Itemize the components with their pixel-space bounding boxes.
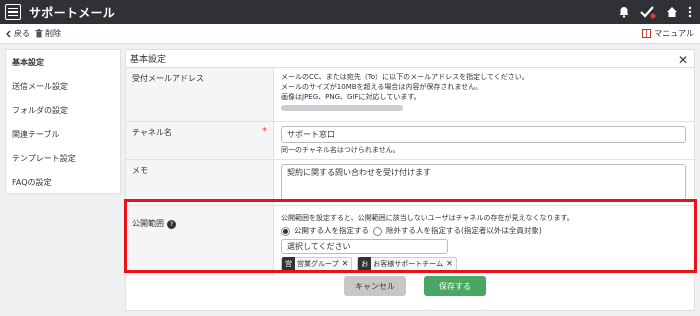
required-icon: *: [262, 126, 267, 137]
app-title: サポートメール: [29, 5, 116, 20]
scope-label: 公開範囲: [132, 219, 164, 228]
sidebar-item-label: 送信メール設定: [12, 81, 68, 91]
home-icon[interactable]: [666, 6, 678, 18]
sidebar-item-send-mail[interactable]: 送信メール設定: [6, 74, 120, 98]
delete-label: 削除: [45, 29, 61, 38]
chip-remove-icon[interactable]: ✕: [446, 259, 453, 269]
panel-title: 基本設定: [126, 50, 694, 68]
sidebar-item-label: テンプレート設定: [12, 153, 76, 163]
row-receive-email: 受付メールアドレス メールのCC、または宛先（To）に以下のメールアドレスを指定…: [126, 68, 694, 122]
sidebar-item-label: FAQの設定: [12, 177, 52, 187]
radio-include-label: 公開する人を指定する: [294, 226, 369, 235]
chip-label: 営業グループ: [297, 260, 339, 268]
memo-textarea[interactable]: 契約に関する問い合わせを受け付けます: [281, 164, 686, 200]
radio-include[interactable]: [281, 226, 290, 236]
sidebar-item-faq[interactable]: FAQの設定: [6, 170, 120, 194]
row-memo: メモ 契約に関する問い合わせを受け付けます: [126, 160, 694, 206]
chip-label: お客様サポートチーム: [373, 260, 444, 268]
channel-name-label: チャネル名: [132, 128, 172, 137]
row-scope: 公開範囲? 公開範囲を設定すると、公開範囲に該当しないユーザはチャネルの存在が見…: [126, 206, 694, 276]
receive-email-desc-1: メールのCC、または宛先（To）に以下のメールアドレスを指定してください。: [281, 73, 529, 81]
close-icon[interactable]: ✕: [678, 53, 688, 67]
chevron-left-icon: [6, 30, 11, 37]
back-label: 戻る: [14, 29, 30, 38]
settings-sidebar: 基本設定 送信メール設定 フォルダの設定 関連テーブル テンプレート設定 FAQ…: [5, 49, 121, 194]
sidebar-item-template[interactable]: テンプレート設定: [6, 146, 120, 170]
trash-icon: [35, 29, 43, 38]
chip-sales-group: 営 営業グループ ✕: [281, 257, 353, 271]
sidebar-item-label: 関連テーブル: [12, 129, 60, 139]
toolbar: 戻る 削除 マニュアル: [0, 24, 700, 44]
help-icon[interactable]: ?: [167, 219, 176, 229]
scope-select[interactable]: 選択してください: [281, 239, 448, 254]
book-icon: [642, 29, 652, 38]
scope-desc: 公開範囲を設定すると、公開範囲に該当しないユーザはチャネルの存在が見えなくなりま…: [281, 214, 574, 222]
save-button[interactable]: 保存する: [424, 276, 486, 296]
email-address-redacted: [281, 105, 403, 111]
receive-email-label: 受付メールアドレス: [126, 68, 274, 121]
sidebar-item-basic[interactable]: 基本設定: [6, 50, 120, 74]
settings-panel: 基本設定 ✕ 受付メールアドレス メールのCC、または宛先（To）に以下のメール…: [125, 49, 695, 311]
sidebar-item-label: 基本設定: [12, 57, 44, 67]
more-vert-icon[interactable]: [688, 6, 692, 18]
sidebar-item-related-table[interactable]: 関連テーブル: [6, 122, 120, 146]
channel-name-note: 同一のチャネル名はつけられません。: [281, 146, 400, 154]
sidebar-item-label: フォルダの設定: [12, 105, 68, 115]
chip-remove-icon[interactable]: ✕: [342, 259, 349, 269]
back-button[interactable]: 戻る: [5, 28, 30, 39]
receive-email-desc-2: メールのサイズが10MBを超える場合は内容が保存されません。: [281, 83, 483, 91]
receive-email-desc-3: 画像はJPEG、PNG、GIFに対応しています。: [281, 93, 421, 101]
row-channel-name: チャネル名 * サポート窓口 同一のチャネル名はつけられません。: [126, 122, 694, 160]
channel-name-input[interactable]: サポート窓口: [281, 126, 686, 143]
sidebar-item-folder[interactable]: フォルダの設定: [6, 98, 120, 122]
menu-icon[interactable]: [5, 4, 21, 20]
bell-icon[interactable]: [618, 6, 630, 18]
check-notification-icon[interactable]: [640, 5, 656, 19]
manual-label: マニュアル: [654, 29, 694, 38]
delete-button[interactable]: 削除: [35, 28, 61, 39]
manual-link[interactable]: マニュアル: [642, 28, 694, 39]
cancel-button[interactable]: キャンセル: [344, 276, 406, 296]
group-icon: お: [358, 257, 372, 271]
group-icon: 営: [282, 257, 295, 271]
memo-label: メモ: [126, 160, 274, 205]
chip-support-team: お お客様サポートチーム ✕: [357, 257, 457, 271]
app-header: サポートメール: [0, 0, 700, 24]
radio-exclude[interactable]: [373, 226, 382, 236]
radio-exclude-label: 除外する人を指定する(指定者以外は全員対象): [386, 226, 542, 235]
